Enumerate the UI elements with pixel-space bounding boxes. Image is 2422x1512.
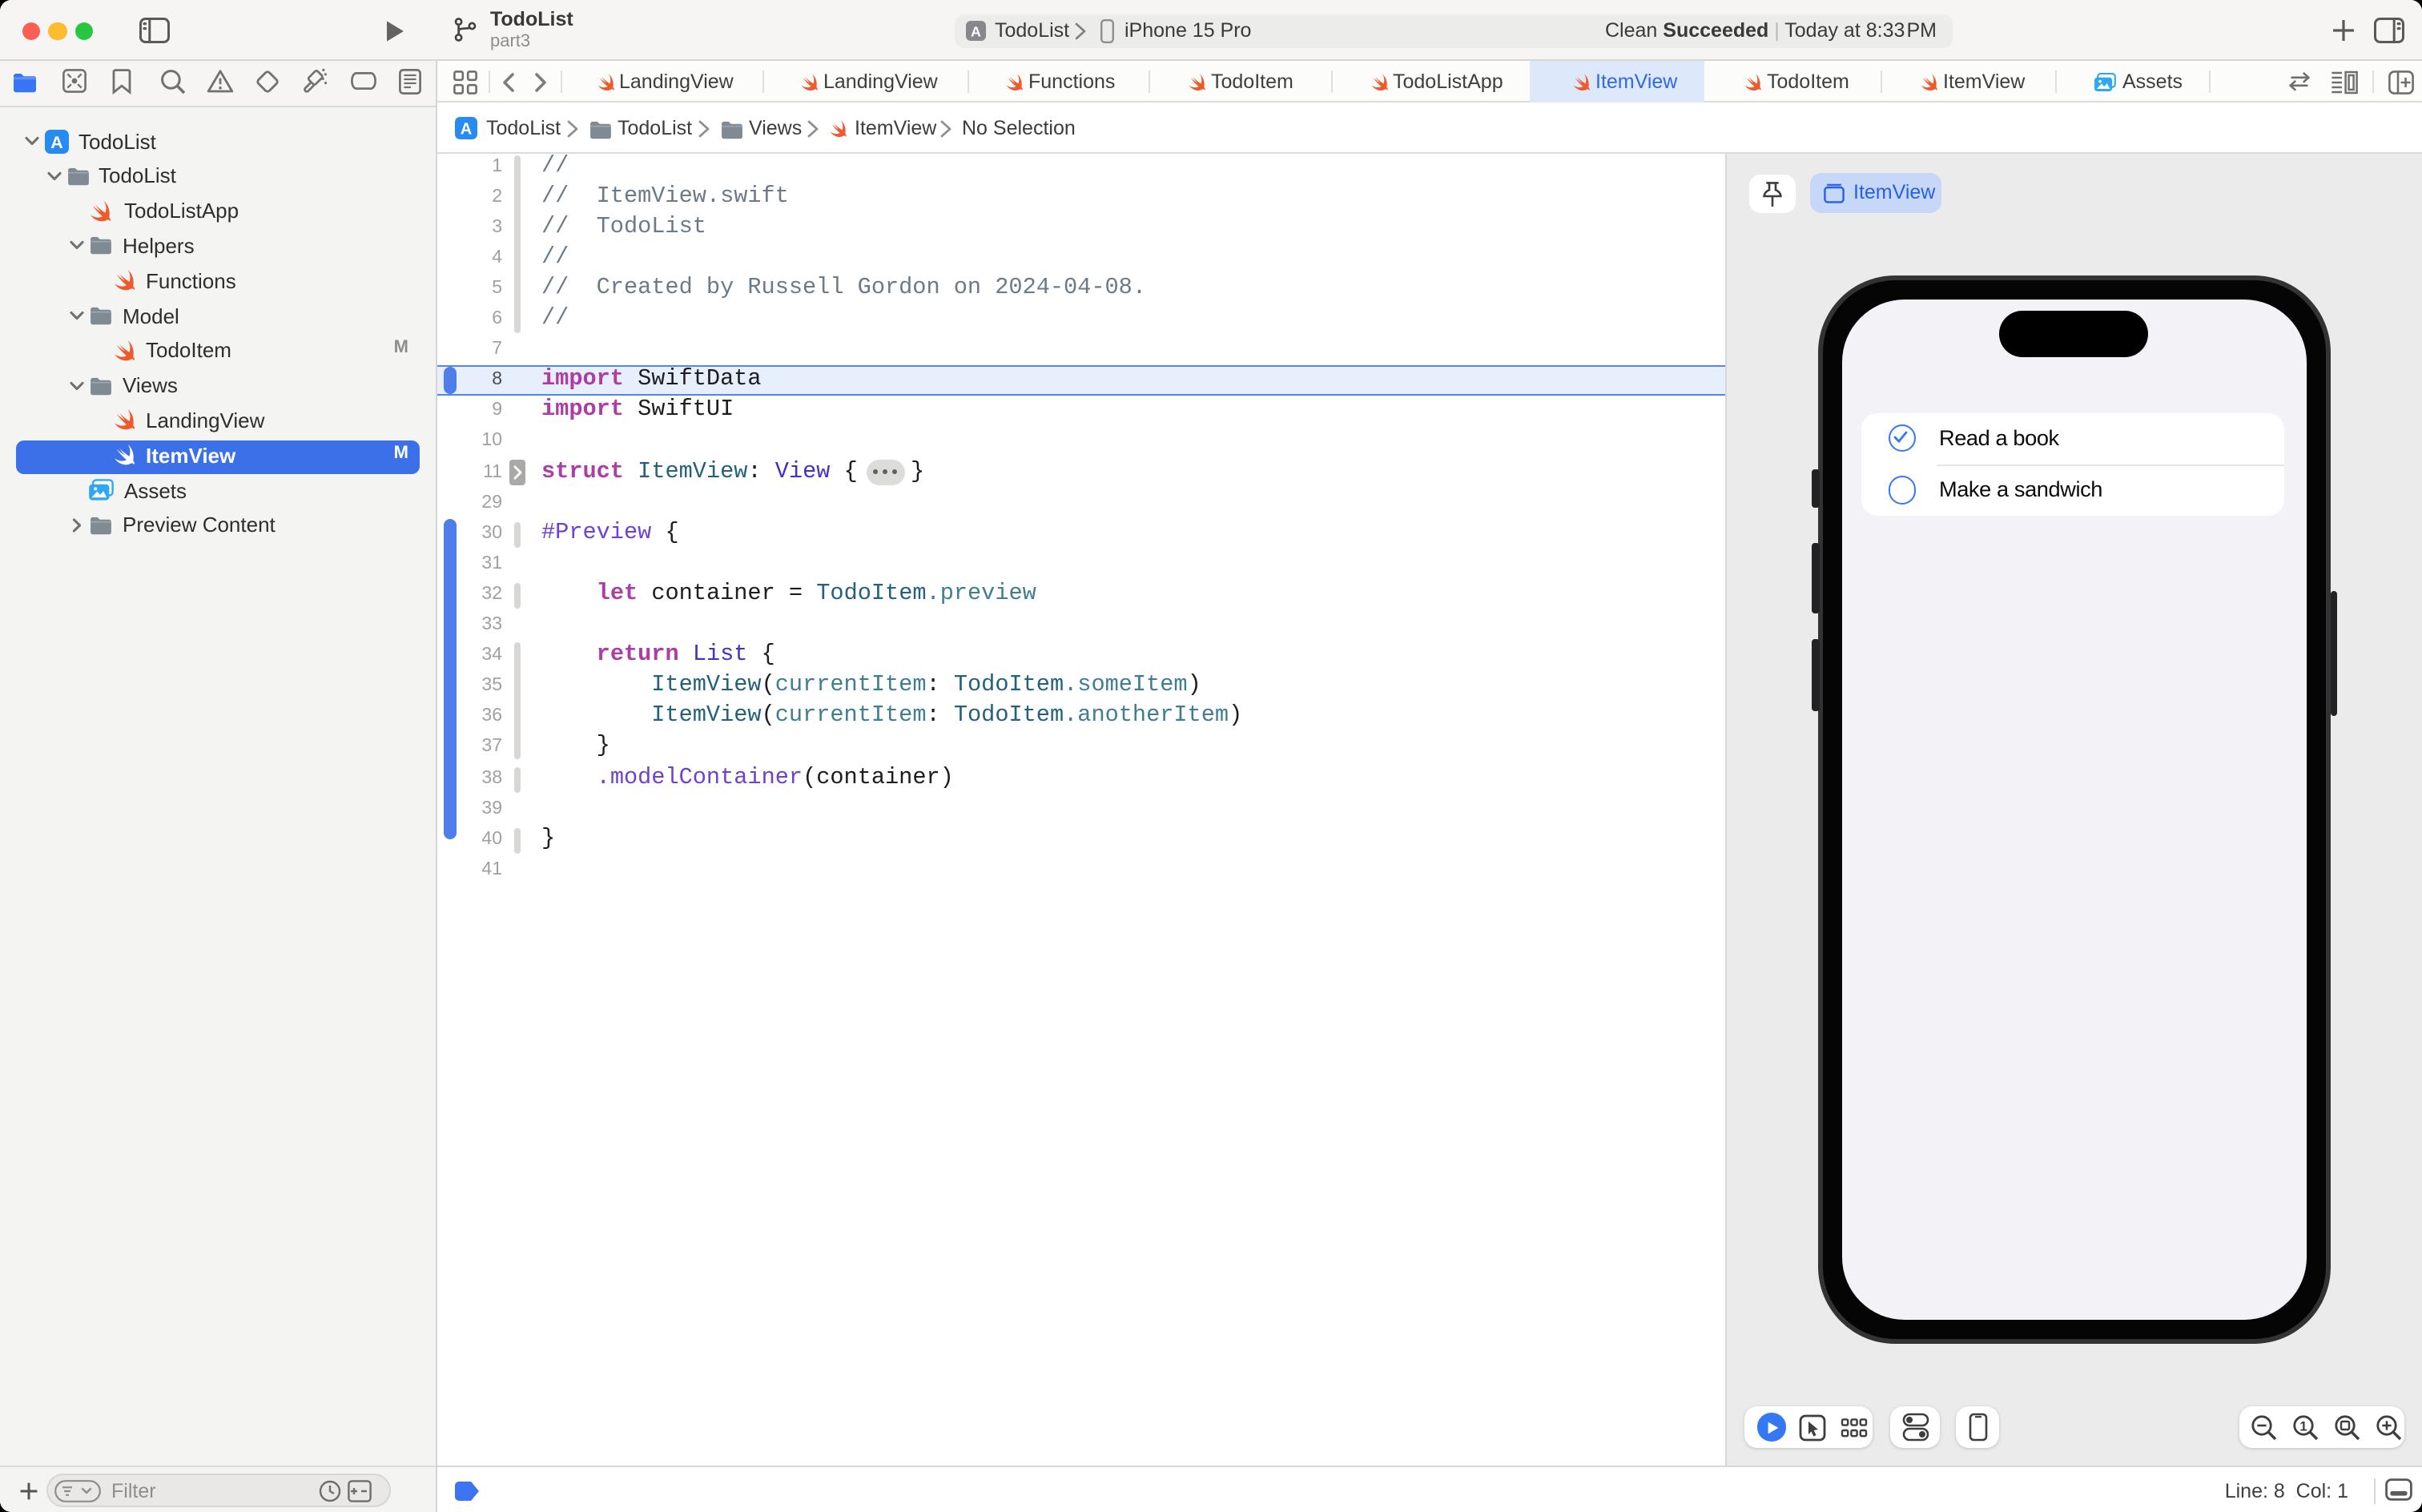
- svg-text:1: 1: [2299, 1418, 2307, 1433]
- svg-text:A: A: [971, 23, 981, 39]
